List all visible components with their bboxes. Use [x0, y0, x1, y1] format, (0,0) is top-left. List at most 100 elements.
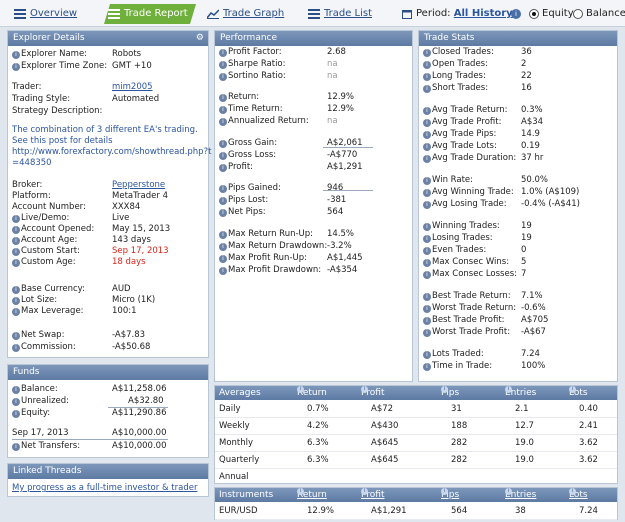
info-icon[interactable]: i: [219, 61, 227, 69]
tab-overview[interactable]: Overview: [10, 4, 102, 24]
instruments-column-header[interactable]: i Entries: [505, 488, 536, 502]
strategy-description[interactable]: The combination of 3 different EA's trad…: [12, 125, 212, 169]
trader-link[interactable]: mim2005: [112, 81, 153, 93]
info-icon[interactable]: i: [12, 410, 20, 418]
info-icon[interactable]: i: [12, 332, 20, 340]
info-icon[interactable]: i: [423, 177, 431, 185]
info-icon[interactable]: i: [12, 226, 20, 234]
info-icon[interactable]: i: [423, 143, 431, 151]
info-icon[interactable]: i: [12, 443, 20, 451]
trade-stat-label: Win Rate:: [432, 175, 474, 185]
instruments-column-header[interactable]: i Lots: [569, 488, 588, 502]
info-icon[interactable]: i: [505, 488, 512, 495]
info-icon[interactable]: i: [441, 488, 448, 495]
balance-radio[interactable]: [573, 9, 583, 19]
info-icon[interactable]: i: [219, 118, 227, 126]
info-icon[interactable]: i: [297, 488, 304, 495]
info-icon[interactable]: i: [423, 189, 431, 197]
performance-value: -A$354: [327, 265, 358, 275]
info-icon[interactable]: i: [12, 297, 20, 305]
info-icon[interactable]: i: [569, 488, 576, 495]
info-icon[interactable]: i: [12, 308, 20, 316]
info-icon[interactable]: i: [423, 293, 431, 301]
tab-trade-graph[interactable]: Trade Graph: [203, 4, 293, 24]
info-icon[interactable]: i: [423, 235, 431, 243]
info-icon[interactable]: i: [423, 119, 431, 127]
info-icon[interactable]: i: [12, 248, 20, 256]
info-icon[interactable]: i: [12, 259, 20, 267]
period-selector[interactable]: Period: All History: [416, 8, 513, 19]
instruments-column-header[interactable]: i Return: [297, 488, 327, 502]
equity-radio[interactable]: [529, 9, 539, 19]
info-icon[interactable]: i: [569, 386, 576, 393]
info-icon[interactable]: i: [12, 215, 20, 223]
info-icon[interactable]: i: [12, 63, 20, 71]
info-icon[interactable]: i: [423, 85, 431, 93]
averages-column-header[interactable]: i Pips: [441, 386, 459, 400]
info-icon[interactable]: i: [441, 386, 448, 393]
period-value[interactable]: All History: [454, 8, 513, 19]
performance-label: Pips Lost:: [228, 195, 269, 205]
averages-column-header[interactable]: i Entries: [505, 386, 536, 400]
averages-column-header[interactable]: i Lots: [569, 386, 588, 400]
info-icon[interactable]: i: [423, 363, 431, 371]
label: Equity:: [21, 408, 51, 418]
info-icon[interactable]: i: [12, 237, 20, 245]
info-icon[interactable]: i: [12, 51, 20, 59]
info-icon[interactable]: i: [219, 267, 227, 275]
tab-bar: Overview Trade Report Trade Graph Trade …: [0, 0, 625, 27]
gear-icon[interactable]: ⚙: [196, 31, 204, 46]
tab-trade-report[interactable]: Trade Report: [104, 4, 196, 24]
instruments-header-row: Instruments i Return i Profit i Pips i Entries i L…: [215, 488, 617, 502]
info-icon[interactable]: i: [219, 164, 227, 172]
averages-column-header[interactable]: i Return: [297, 386, 327, 400]
info-icon[interactable]: i: [423, 107, 431, 115]
info-icon[interactable]: i: [219, 243, 227, 251]
info-icon[interactable]: i: [423, 259, 431, 267]
info-icon[interactable]: i: [219, 231, 227, 239]
instruments-column-header[interactable]: i Profit: [361, 488, 384, 502]
info-icon[interactable]: i: [361, 386, 368, 393]
performance-value: 14.5%: [327, 229, 355, 239]
info-icon[interactable]: i: [219, 185, 227, 193]
info-icon[interactable]: i: [423, 271, 431, 279]
tab-trade-list[interactable]: Trade List: [304, 4, 384, 24]
info-icon[interactable]: i: [12, 286, 20, 294]
performance-value: 564: [327, 207, 344, 217]
performance-value: -381: [327, 195, 347, 205]
info-icon[interactable]: i: [297, 386, 304, 393]
info-icon[interactable]: i: [219, 255, 227, 263]
info-icon[interactable]: i: [423, 73, 431, 81]
info-icon[interactable]: i: [219, 140, 227, 148]
averages-column-header[interactable]: i Profit: [361, 386, 384, 400]
info-icon[interactable]: i: [423, 351, 431, 359]
thread-link[interactable]: My progress as a full-time investor & tr…: [12, 482, 197, 494]
description-link[interactable]: http://www.forexfactory.com/showthread.p…: [12, 147, 212, 169]
info-icon[interactable]: i: [219, 73, 227, 81]
info-icon[interactable]: i: [423, 223, 431, 231]
info-icon[interactable]: i: [423, 131, 431, 139]
info-icon[interactable]: i: [423, 317, 431, 325]
info-icon[interactable]: i: [361, 488, 368, 495]
info-icon[interactable]: i: [511, 9, 521, 19]
trade-stat-row: i Short Trades: 16: [423, 82, 532, 94]
instruments-column-header[interactable]: i Pips: [441, 488, 459, 502]
info-icon[interactable]: i: [505, 386, 512, 393]
info-icon[interactable]: i: [219, 106, 227, 114]
info-icon[interactable]: i: [219, 197, 227, 205]
info-icon[interactable]: i: [219, 94, 227, 102]
info-icon[interactable]: i: [219, 49, 227, 57]
info-icon[interactable]: i: [423, 329, 431, 337]
info-icon[interactable]: i: [12, 386, 20, 394]
info-icon[interactable]: i: [423, 305, 431, 313]
info-icon[interactable]: i: [423, 201, 431, 209]
info-icon[interactable]: i: [423, 155, 431, 163]
info-icon[interactable]: i: [423, 49, 431, 57]
info-icon[interactable]: i: [219, 209, 227, 217]
info-icon[interactable]: i: [423, 61, 431, 69]
table-cell: 0.7%: [307, 404, 329, 414]
info-icon[interactable]: i: [423, 247, 431, 255]
info-icon[interactable]: i: [12, 344, 20, 352]
info-icon[interactable]: i: [12, 398, 20, 406]
info-icon[interactable]: i: [219, 152, 227, 160]
